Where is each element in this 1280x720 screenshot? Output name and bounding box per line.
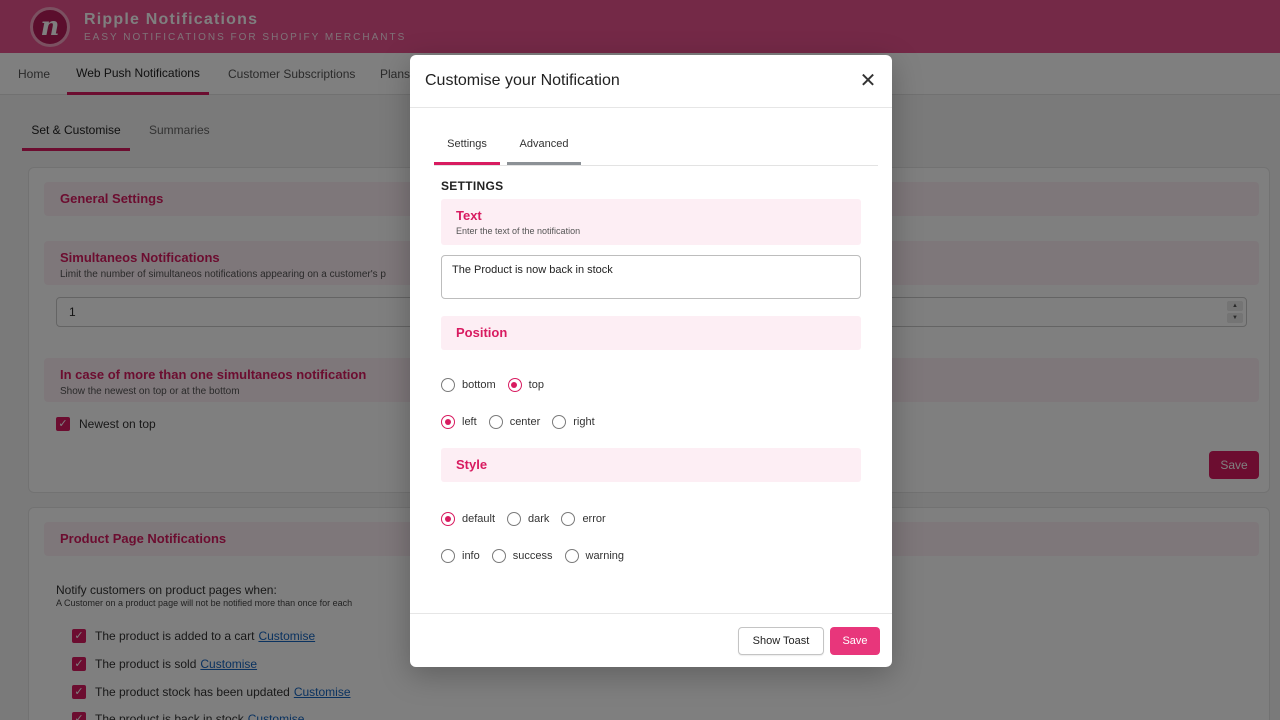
radio-selected-icon[interactable]	[441, 512, 455, 526]
radio-default[interactable]: default	[441, 512, 495, 526]
radio-left[interactable]: left	[441, 415, 477, 429]
radio-label: default	[462, 513, 496, 525]
modal-footer: Show Toast Save	[410, 613, 892, 667]
radio-label: center	[509, 416, 541, 428]
radio-circle-icon[interactable]	[441, 549, 455, 563]
radio-selected-icon[interactable]	[507, 378, 522, 392]
radio-label: dark	[528, 513, 550, 525]
style-section-title: Style	[456, 457, 488, 472]
radio-success[interactable]: success	[491, 549, 553, 563]
tab-settings[interactable]: Settings	[434, 126, 500, 165]
radio-selected-icon[interactable]	[441, 415, 455, 429]
modal-title: Customise your Notification	[425, 72, 620, 89]
style-section-header: Style	[441, 448, 861, 482]
close-icon[interactable]: ✕	[856, 69, 880, 93]
style-group-row-1: default dark error	[441, 512, 618, 526]
radio-label: right	[573, 416, 595, 428]
radio-top[interactable]: top	[507, 378, 544, 392]
modal-tabs: Settings Advanced	[434, 126, 878, 166]
radio-label: info	[462, 550, 480, 562]
text-section-title: Text	[456, 208, 482, 223]
horizontal-position-group: left center right	[441, 415, 607, 429]
radio-error[interactable]: error	[561, 512, 606, 526]
style-group-row-2: info success warning	[441, 549, 636, 563]
settings-heading: SETTINGS	[441, 179, 504, 193]
tab-advanced[interactable]: Advanced	[507, 126, 581, 165]
vertical-position-group: bottom top	[441, 378, 556, 392]
save-button[interactable]: Save	[830, 627, 880, 655]
radio-label: left	[462, 416, 477, 428]
radio-bottom[interactable]: bottom	[441, 378, 496, 392]
radio-circle-icon[interactable]	[552, 415, 567, 429]
radio-label: warning	[585, 550, 625, 562]
radio-info[interactable]: info	[441, 549, 480, 563]
radio-label: top	[528, 379, 544, 391]
radio-circle-icon[interactable]	[507, 512, 522, 526]
modal-header: Customise your Notification ✕	[410, 55, 892, 108]
position-section-header: Position	[441, 316, 861, 350]
radio-dark[interactable]: dark	[507, 512, 549, 526]
notification-text-input[interactable]: The Product is now back in stock	[441, 255, 861, 299]
radio-circle-icon[interactable]	[441, 378, 455, 392]
customise-notification-modal: Customise your Notification ✕ Settings A…	[410, 55, 892, 667]
radio-right[interactable]: right	[552, 415, 595, 429]
radio-label: success	[512, 550, 553, 562]
radio-label: error	[582, 513, 606, 525]
position-section-title: Position	[456, 325, 508, 340]
radio-circle-icon[interactable]	[491, 549, 506, 563]
text-section-header: Text Enter the text of the notification	[441, 199, 861, 245]
radio-center[interactable]: center	[488, 415, 541, 429]
radio-circle-icon[interactable]	[564, 549, 579, 563]
radio-circle-icon[interactable]	[561, 512, 576, 526]
show-toast-button[interactable]: Show Toast	[738, 627, 824, 655]
text-section-description: Enter the text of the notification	[456, 226, 581, 236]
radio-label: bottom	[462, 379, 496, 391]
radio-circle-icon[interactable]	[488, 415, 503, 429]
radio-warning[interactable]: warning	[564, 549, 625, 563]
